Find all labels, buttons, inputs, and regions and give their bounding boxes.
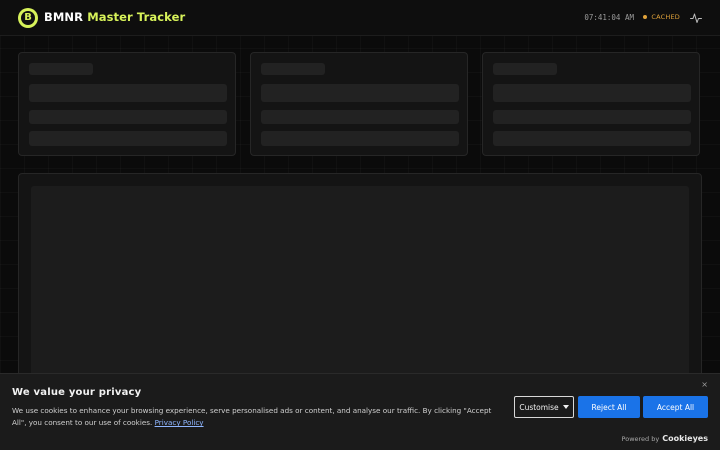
cookie-banner-text: We use cookies to enhance your browsing … — [12, 405, 502, 429]
skeleton-line — [29, 110, 227, 124]
accept-all-button[interactable]: Accept All — [643, 396, 708, 418]
loading-card — [18, 52, 236, 156]
powered-by: Powered by Cookieyes — [622, 434, 708, 443]
app-title: BMNR Master Tracker — [44, 10, 185, 24]
logo-letter: B — [21, 11, 35, 25]
skeleton-line — [261, 110, 459, 124]
cookie-consent-banner: We value your privacy We use cookies to … — [0, 373, 720, 450]
skeleton-line — [493, 63, 557, 75]
reject-all-button[interactable]: Reject All — [578, 396, 640, 418]
loading-card — [250, 52, 468, 156]
customise-button-label: Customise — [519, 402, 559, 412]
skeleton-line — [261, 84, 459, 102]
skeleton-line — [261, 131, 459, 146]
skeleton-line — [493, 110, 691, 124]
powered-by-label: Powered by — [621, 435, 660, 443]
app-title-ticker: BMNR — [44, 10, 84, 24]
app-header: B BMNR Master Tracker 07:41:04 AM CACHED — [0, 0, 720, 36]
cookieyes-logo[interactable]: Cookieyes — [662, 434, 708, 443]
cookie-banner-title: We value your privacy — [12, 387, 142, 398]
skeleton-line — [29, 63, 93, 75]
close-icon[interactable]: × — [701, 380, 708, 389]
skeleton-line — [29, 131, 227, 146]
privacy-policy-link[interactable]: Privacy Policy — [155, 418, 204, 427]
app-title-text: Master Tracker — [87, 10, 186, 24]
skeleton-line — [261, 63, 325, 75]
logo[interactable]: B — [18, 8, 38, 28]
loading-card — [482, 52, 700, 156]
status-dot-icon — [643, 15, 648, 19]
cache-status-badge: CACHED — [643, 13, 680, 21]
skeleton-line — [29, 84, 227, 102]
activity-pulse-icon[interactable] — [690, 12, 702, 24]
skeleton-line — [493, 131, 691, 146]
cache-status-label: CACHED — [651, 13, 680, 21]
caret-down-icon — [562, 405, 569, 409]
skeleton-line — [493, 84, 691, 102]
clock: 07:41:04 AM — [584, 13, 634, 22]
cookie-banner-description: We use cookies to enhance your browsing … — [12, 406, 492, 427]
customise-button[interactable]: Customise — [514, 396, 574, 418]
